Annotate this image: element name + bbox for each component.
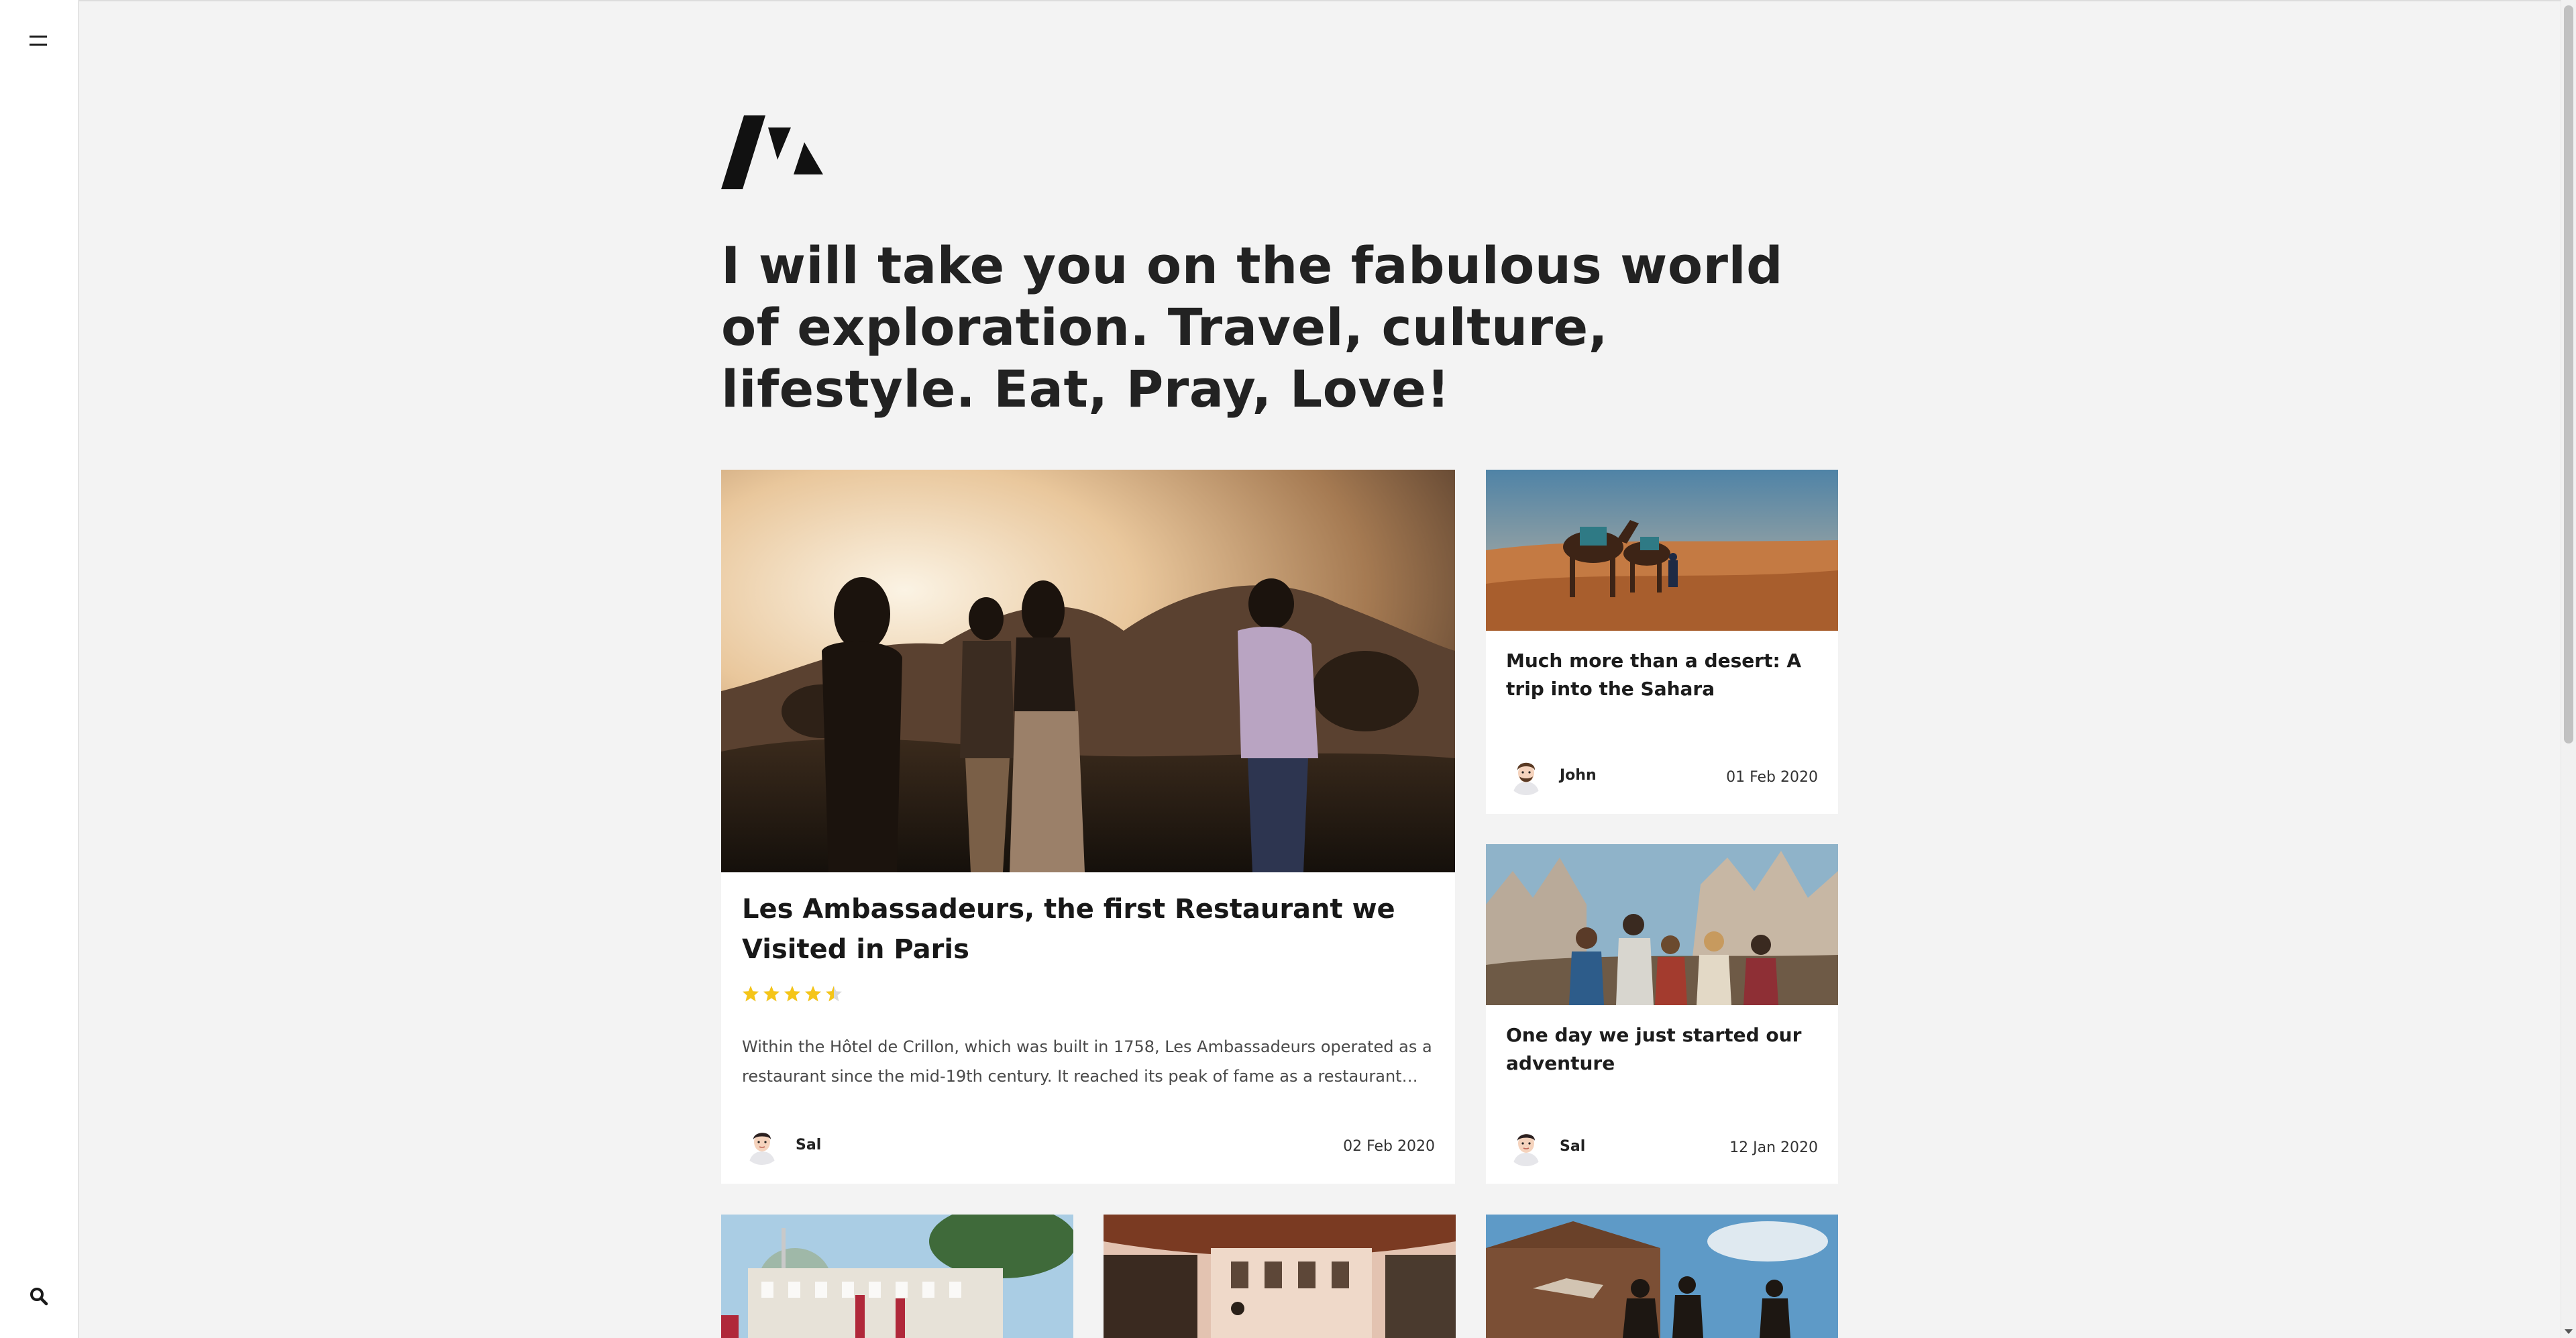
hamburger-menu-icon[interactable] [30, 34, 48, 50]
featured-post-image[interactable] [721, 470, 1455, 872]
author-name: Sal [796, 1136, 822, 1153]
post-author[interactable]: Sal [1506, 1126, 1585, 1166]
search-icon[interactable] [28, 1286, 50, 1307]
side-post-card-sahara[interactable]: Much more than a desert: A trip into the… [1486, 470, 1838, 814]
post-author[interactable]: Sal [742, 1125, 821, 1165]
avatar [1506, 1126, 1546, 1166]
post-author[interactable]: John [1506, 755, 1597, 795]
side-post-image[interactable] [1486, 844, 1838, 1005]
scrollbar-thumb[interactable] [2564, 5, 2573, 743]
featured-post-card[interactable]: Les Ambassadeurs, the first Restaurant w… [721, 470, 1455, 1184]
side-post-card-adventure[interactable]: One day we just started our adventure Sa… [1486, 844, 1838, 1184]
post-image[interactable] [1104, 1215, 1456, 1338]
star-icon [763, 985, 780, 1002]
featured-post-excerpt: Within the Hôtel de Crillon, which was b… [742, 1037, 1432, 1086]
star-icon [804, 985, 822, 1002]
post-card-london[interactable] [721, 1215, 1073, 1338]
brand-logo-icon[interactable] [721, 115, 825, 189]
sidebar [0, 0, 79, 1338]
side-post-image[interactable] [1486, 470, 1838, 631]
author-name: Sal [1560, 1137, 1586, 1155]
post-date: 02 Feb 2020 [1343, 1138, 1435, 1155]
star-icon [825, 985, 843, 1002]
scrollbar[interactable] [2561, 0, 2576, 1338]
post-image[interactable] [1486, 1215, 1838, 1338]
star-icon [784, 985, 801, 1002]
scroll-down-arrow-icon[interactable] [2565, 1329, 2573, 1334]
post-date: 01 Feb 2020 [1726, 769, 1818, 786]
avatar [742, 1125, 782, 1165]
post-card-street-cafe[interactable] [1104, 1215, 1456, 1338]
star-icon [742, 985, 759, 1002]
hero-tagline: I will take you on the fabulous world of… [721, 236, 1783, 419]
avatar [1506, 755, 1546, 795]
side-post-title[interactable]: One day we just started our adventure [1506, 1021, 1821, 1078]
post-date: 12 Jan 2020 [1729, 1139, 1818, 1156]
post-card-feed-and-grain[interactable] [1486, 1215, 1838, 1338]
rating-stars [742, 985, 843, 1002]
featured-post-title[interactable]: Les Ambassadeurs, the first Restaurant w… [742, 889, 1453, 970]
top-border [0, 0, 2563, 1]
author-name: John [1560, 766, 1597, 784]
side-post-title[interactable]: Much more than a desert: A trip into the… [1506, 647, 1821, 703]
post-image[interactable] [721, 1215, 1073, 1338]
